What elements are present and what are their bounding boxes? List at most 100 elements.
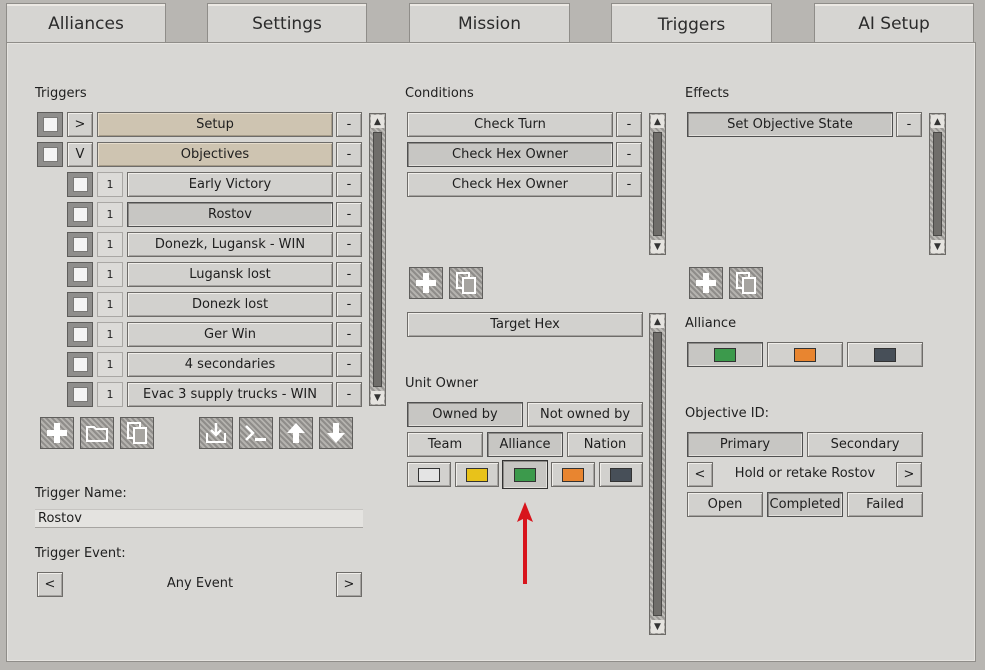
condition-item[interactable]: Check Turn	[407, 112, 613, 137]
event-prev-button[interactable]: <	[37, 572, 63, 597]
color-white-button[interactable]	[407, 462, 451, 487]
color-green-button-selected[interactable]	[502, 460, 548, 489]
nation-button[interactable]: Nation	[567, 432, 643, 457]
scroll-up-icon[interactable]: ▲	[371, 115, 384, 128]
trigger-item[interactable]: Early Victory	[127, 172, 333, 197]
scroll-down-icon[interactable]: ▼	[651, 240, 664, 253]
add-icon[interactable]	[409, 267, 443, 299]
remove-button[interactable]: -	[616, 112, 642, 137]
trigger-name-label: Trigger Name:	[35, 486, 127, 501]
color-yellow-button[interactable]	[455, 462, 499, 487]
trigger-checkbox[interactable]	[67, 292, 93, 317]
scroll-up-icon[interactable]: ▲	[651, 115, 664, 128]
owned-by-button[interactable]: Owned by	[407, 402, 523, 427]
expand-button[interactable]: >	[67, 112, 93, 137]
trigger-checkbox[interactable]	[67, 322, 93, 347]
folder-icon[interactable]	[80, 417, 114, 449]
trigger-item[interactable]: Evac 3 supply trucks - WIN	[127, 382, 333, 407]
alliance-button[interactable]: Alliance	[487, 432, 563, 457]
remove-button[interactable]: -	[336, 112, 362, 137]
scroll-thumb[interactable]	[373, 132, 382, 387]
remove-button[interactable]: -	[336, 142, 362, 167]
tab-triggers[interactable]: Triggers	[611, 3, 772, 45]
remove-button[interactable]: -	[616, 172, 642, 197]
trigger-group-checkbox[interactable]	[37, 142, 63, 167]
conditions-header: Conditions	[405, 86, 474, 101]
remove-button[interactable]: -	[336, 292, 362, 317]
condition-item[interactable]: Check Hex Owner	[407, 172, 613, 197]
trigger-checkbox[interactable]	[67, 202, 93, 227]
copy-icon[interactable]	[449, 267, 483, 299]
scroll-up-icon[interactable]: ▲	[931, 115, 944, 128]
effects-scrollbar[interactable]: ▲ ▼	[929, 113, 946, 255]
remove-button[interactable]: -	[896, 112, 922, 137]
tab-mission[interactable]: Mission	[409, 3, 570, 43]
state-completed-button[interactable]: Completed	[767, 492, 843, 517]
remove-button[interactable]: -	[336, 262, 362, 287]
triggers-scrollbar[interactable]: ▲ ▼	[369, 113, 386, 406]
objective-prev-button[interactable]: <	[687, 462, 713, 487]
scroll-thumb[interactable]	[933, 132, 942, 236]
trigger-group-setup[interactable]: Setup	[97, 112, 333, 137]
trigger-checkbox[interactable]	[67, 172, 93, 197]
remove-button[interactable]: -	[336, 322, 362, 347]
scroll-up-icon[interactable]: ▲	[651, 315, 664, 328]
remove-button[interactable]: -	[336, 202, 362, 227]
state-failed-button[interactable]: Failed	[847, 492, 923, 517]
target-hex-button[interactable]: Target Hex	[407, 312, 643, 337]
scroll-down-icon[interactable]: ▼	[371, 391, 384, 404]
copy-icon[interactable]	[120, 417, 154, 449]
trigger-item-selected[interactable]: Rostov	[127, 202, 333, 227]
tab-ai-setup[interactable]: AI Setup	[814, 3, 974, 43]
trigger-item[interactable]: Donezk lost	[127, 292, 333, 317]
scroll-down-icon[interactable]: ▼	[931, 240, 944, 253]
effect-item-selected[interactable]: Set Objective State	[687, 112, 893, 137]
not-owned-by-button[interactable]: Not owned by	[527, 402, 643, 427]
event-next-button[interactable]: >	[336, 572, 362, 597]
add-icon[interactable]	[689, 267, 723, 299]
alliance-orange-button[interactable]	[767, 342, 843, 367]
alliance-green-button-selected[interactable]	[687, 342, 763, 367]
move-down-icon[interactable]	[319, 417, 353, 449]
add-icon[interactable]	[40, 417, 74, 449]
trigger-item[interactable]: Donezk, Lugansk - WIN	[127, 232, 333, 257]
color-dark-button[interactable]	[599, 462, 643, 487]
unit-owner-label: Unit Owner	[405, 376, 479, 391]
collapse-button[interactable]: V	[67, 142, 93, 167]
trigger-name-input[interactable]: Rostov	[35, 509, 363, 528]
copy-icon[interactable]	[729, 267, 763, 299]
remove-button[interactable]: -	[336, 382, 362, 407]
remove-button[interactable]: -	[336, 352, 362, 377]
tab-alliances[interactable]: Alliances	[6, 3, 166, 43]
team-button[interactable]: Team	[407, 432, 483, 457]
objective-next-button[interactable]: >	[896, 462, 922, 487]
trigger-group-objectives[interactable]: Objectives	[97, 142, 333, 167]
tab-settings[interactable]: Settings	[207, 3, 367, 43]
state-open-button[interactable]: Open	[687, 492, 763, 517]
move-up-icon[interactable]	[279, 417, 313, 449]
primary-button[interactable]: Primary	[687, 432, 803, 457]
conditions-scrollbar[interactable]: ▲ ▼	[649, 113, 666, 255]
trigger-checkbox[interactable]	[67, 352, 93, 377]
color-orange-button[interactable]	[551, 462, 595, 487]
remove-button[interactable]: -	[336, 172, 362, 197]
secondary-button[interactable]: Secondary	[807, 432, 923, 457]
script-icon[interactable]	[239, 417, 273, 449]
scroll-thumb[interactable]	[653, 132, 662, 236]
scroll-thumb[interactable]	[653, 332, 662, 616]
swatch-dark	[874, 347, 896, 362]
trigger-checkbox[interactable]	[67, 262, 93, 287]
scroll-down-icon[interactable]: ▼	[651, 620, 664, 633]
trigger-item[interactable]: Lugansk lost	[127, 262, 333, 287]
import-icon[interactable]	[199, 417, 233, 449]
trigger-item[interactable]: Ger Win	[127, 322, 333, 347]
trigger-checkbox[interactable]	[67, 232, 93, 257]
trigger-group-checkbox[interactable]	[37, 112, 63, 137]
alliance-dark-button[interactable]	[847, 342, 923, 367]
condition-item-selected[interactable]: Check Hex Owner	[407, 142, 613, 167]
condition-params-scrollbar[interactable]: ▲ ▼	[649, 313, 666, 635]
trigger-checkbox[interactable]	[67, 382, 93, 407]
trigger-item[interactable]: 4 secondaries	[127, 352, 333, 377]
remove-button[interactable]: -	[616, 142, 642, 167]
remove-button[interactable]: -	[336, 232, 362, 257]
